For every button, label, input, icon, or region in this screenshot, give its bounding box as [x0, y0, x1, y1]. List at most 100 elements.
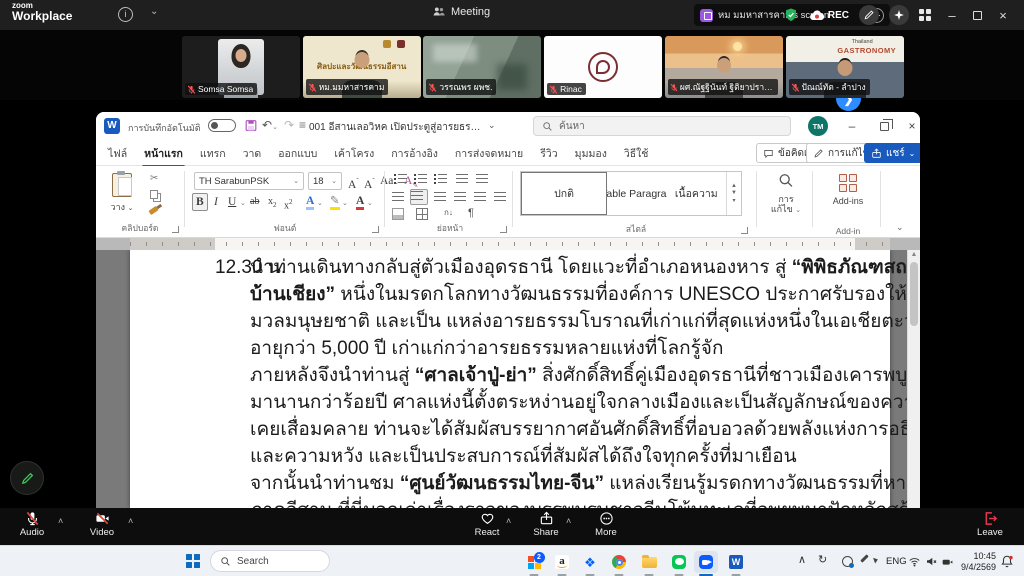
start-button[interactable] [186, 554, 200, 568]
document-title-chevron-icon[interactable]: ⌄ [488, 120, 496, 131]
language-indicator[interactable]: ENG [886, 556, 907, 567]
participant-tile[interactable]: ศิลปะและวัฒนธรรมอีสานหม.มมหาสารคาม [303, 36, 421, 98]
bullets-button[interactable] [394, 173, 408, 185]
redo-button[interactable]: ↷ [284, 118, 294, 132]
participant-tile[interactable]: วรรณพร ผพช. [423, 36, 541, 98]
scroll-up-icon[interactable]: ▲ [908, 251, 920, 258]
font-dialog-launcher[interactable] [372, 226, 379, 233]
document-canvas[interactable]: 12.30 น. นำท่านเดินทางกลับสู่ตัวเมืองอุด… [96, 250, 920, 508]
participant-tile[interactable]: ผศ.ณัฐฐินันท์ ฐิติยาปราโมทย์ [665, 36, 783, 98]
styles-gallery-scroll[interactable]: ▲▼▾ [726, 172, 741, 215]
ribbon-tab-item[interactable]: แทรก [200, 145, 226, 162]
share-button[interactable]: แชร์⌄ [864, 143, 920, 163]
multilevel-list-button[interactable] [434, 173, 448, 185]
clipboard-dialog-launcher[interactable] [172, 226, 179, 233]
copy-icon[interactable] [150, 190, 158, 199]
audio-options-chevron[interactable]: ˄ [58, 516, 63, 526]
ai-companion-button[interactable] [889, 5, 909, 25]
paste-button[interactable] [112, 173, 132, 197]
text-effects-button[interactable]: A [306, 193, 314, 209]
paragraph-dialog-launcher[interactable] [500, 226, 507, 233]
addins-group[interactable]: Add-ins Add-in [816, 166, 880, 238]
numbering-button[interactable] [414, 173, 428, 185]
ribbon-tab-item[interactable]: ออกแบบ [278, 145, 317, 162]
notifications-bell-icon[interactable] [1000, 554, 1014, 569]
video-button[interactable]: Video [76, 511, 128, 538]
network-status-icon[interactable] [842, 556, 853, 567]
style-item[interactable]: เนื้อความ [667, 172, 727, 215]
document-title[interactable]: 001 อีสานเลอวิหค เปิดประตูสู่อารยธรรมอีส… [309, 120, 485, 135]
share-screen-button[interactable]: Share [520, 511, 572, 538]
close-button[interactable]: × [992, 8, 1014, 23]
font-size-select[interactable]: 18⌄ [308, 172, 342, 190]
grow-font-button[interactable]: Aˆ [348, 173, 359, 193]
font-name-select[interactable]: TH SarabunPSK⌄ [194, 172, 304, 190]
share-options-chevron[interactable]: ˄ [566, 516, 571, 526]
strikethrough-button[interactable]: ab [250, 194, 259, 210]
editing-group[interactable]: การแก้ไข ⌄ [760, 166, 812, 238]
tab-meeting[interactable]: Meeting [432, 5, 490, 19]
quick-access-menu-icon[interactable]: ≡ [299, 118, 306, 132]
shrink-font-button[interactable]: Aˇ [364, 173, 375, 193]
ruler[interactable] [96, 238, 920, 250]
taskbar-app-word[interactable]: W [724, 551, 748, 573]
taskbar-app-chrome[interactable] [607, 551, 631, 573]
word-search-box[interactable]: ค้นหา [533, 116, 791, 136]
ribbon-tab-item[interactable]: ไฟล์ [108, 145, 127, 162]
info-icon[interactable]: i [118, 7, 133, 22]
clock[interactable]: 10:45 9/4/2569 [948, 551, 996, 572]
taskbar-app-line[interactable] [667, 551, 691, 573]
taskbar-app-explorer[interactable] [637, 551, 661, 573]
leave-button[interactable]: Leave [964, 511, 1016, 538]
sort-button[interactable]: ก↓ [444, 209, 453, 217]
taskbar-search[interactable]: Search [210, 550, 330, 572]
word-close-button[interactable]: × [896, 112, 920, 140]
pilcrow-button[interactable]: ¶ [468, 208, 474, 219]
react-options-chevron[interactable]: ˄ [506, 516, 511, 526]
video-options-chevron[interactable]: ˄ [128, 516, 133, 526]
distribute-button[interactable] [474, 191, 488, 203]
participant-tile[interactable]: ThailandGASTRONOMYปัณณ์ทัต - ลำปาง [786, 36, 904, 98]
ribbon-tab-item[interactable]: รีวิว [540, 145, 557, 162]
tray-chevron-icon[interactable]: ∧ [798, 555, 806, 566]
participant-tile[interactable]: Somsa Somsa [182, 36, 300, 98]
vertical-scrollbar[interactable]: ▲ [907, 250, 920, 508]
annotation-pencil-button[interactable] [10, 461, 44, 495]
subscript-button[interactable]: x2 [268, 194, 277, 213]
superscript-button[interactable]: x2 [284, 194, 293, 214]
align-center-button[interactable] [410, 189, 428, 205]
borders-button[interactable] [416, 208, 428, 220]
paste-label[interactable]: วาง ⌄ [104, 200, 140, 214]
line-spacing-button[interactable] [494, 191, 508, 203]
italic-button[interactable]: I [214, 194, 218, 210]
ribbon-tab-item[interactable]: การส่งจดหมาย [455, 145, 523, 162]
document-page[interactable]: 12.30 น. นำท่านเดินทางกลับสู่ตัวเมืองอุด… [130, 250, 890, 508]
wifi-icon[interactable] [908, 555, 921, 568]
style-item[interactable]: Table Paragrap [607, 172, 667, 215]
scrollbar-thumb[interactable] [910, 262, 918, 326]
ribbon-tab-item[interactable]: มุมมอง [575, 145, 607, 162]
cut-icon[interactable]: ✂ [150, 174, 158, 184]
participant-tile[interactable]: Rinac [544, 36, 662, 98]
autosave-toggle[interactable] [208, 119, 236, 132]
taskbar-app-dropbox[interactable]: ❖ [578, 551, 602, 573]
styles-dialog-launcher[interactable] [741, 227, 748, 234]
style-item-selected[interactable]: ปกติ [521, 172, 607, 215]
save-icon[interactable] [244, 118, 258, 133]
ribbon-tab-active[interactable]: หน้าแรก [144, 145, 183, 162]
highlight-button[interactable]: ✎ [330, 193, 340, 209]
account-avatar[interactable]: TM [808, 116, 828, 136]
taskbar-app-amazon[interactable]: a [550, 551, 574, 573]
bold-button[interactable]: B [192, 193, 208, 211]
ribbon-tab-item[interactable]: วิธีใช้ [624, 145, 649, 162]
recording-indicator[interactable]: REC [809, 8, 849, 22]
underline-button[interactable]: U [228, 194, 236, 210]
align-left-button[interactable] [392, 191, 406, 203]
apps-grid-icon[interactable] [919, 9, 931, 21]
security-shield-icon[interactable] [783, 7, 799, 23]
ribbon-tab-item[interactable]: เค้าโครง [334, 145, 374, 162]
more-button[interactable]: More [580, 511, 632, 538]
ribbon-tab-item[interactable]: การอ้างอิง [391, 145, 438, 162]
format-painter-icon[interactable] [148, 206, 158, 215]
increase-indent-button[interactable] [476, 173, 490, 185]
